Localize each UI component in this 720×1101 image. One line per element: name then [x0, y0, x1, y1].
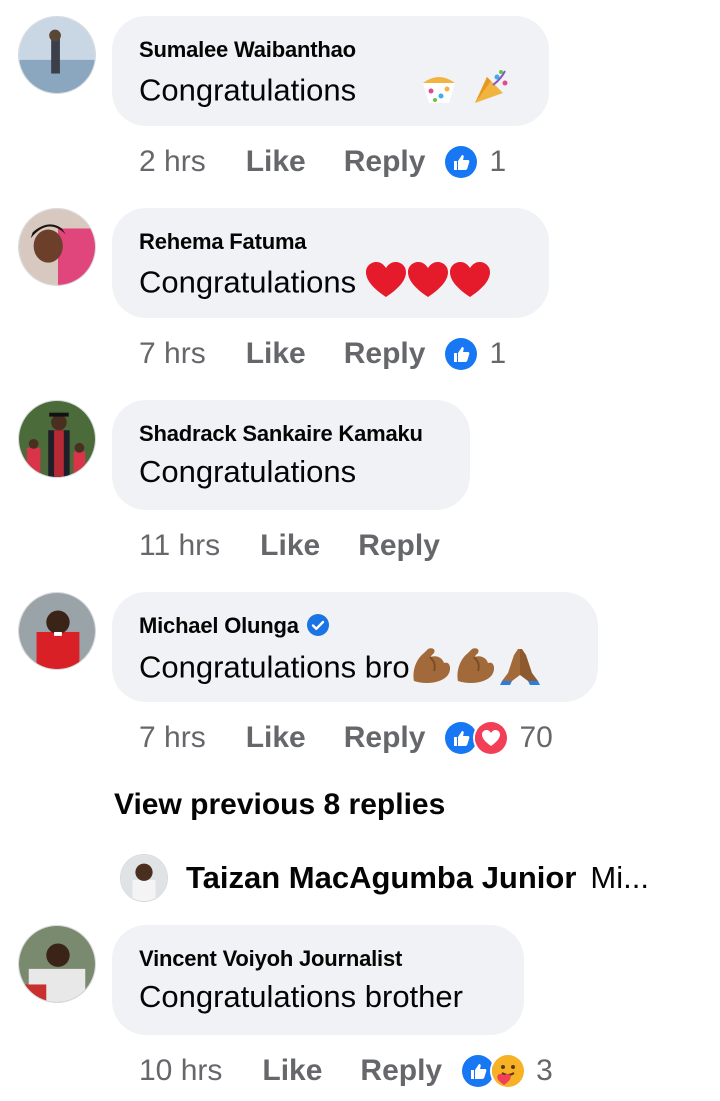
- comment-body: Congratulations: [139, 264, 357, 300]
- comment-time[interactable]: 2 hrs: [139, 145, 206, 179]
- like-button[interactable]: Like: [246, 721, 306, 755]
- comment-body: Congratulations bro: [139, 649, 410, 685]
- comment-author-name[interactable]: Michael Olunga: [139, 613, 299, 638]
- reaction-summary[interactable]: 70: [443, 720, 553, 756]
- comment-time[interactable]: 7 hrs: [139, 721, 206, 755]
- avatar[interactable]: [18, 16, 96, 94]
- avatar[interactable]: [18, 592, 96, 670]
- comment-bubble: Sumalee Waibanthao Congratulations: [112, 16, 549, 126]
- reaction-count: 1: [489, 145, 507, 178]
- reply-preview-text: Mi...: [590, 860, 649, 895]
- comment-bubble: Shadrack Sankaire Kamaku Congratulations: [112, 400, 470, 510]
- like-icon: [443, 336, 480, 372]
- avatar[interactable]: [18, 925, 96, 1003]
- like-button[interactable]: Like: [246, 145, 306, 179]
- like-icon: [443, 144, 480, 180]
- reply-button[interactable]: Reply: [344, 721, 426, 755]
- comment-actions: 7 hrs Like Reply 70: [139, 718, 553, 758]
- comment-body: Congratulations brother: [139, 979, 463, 1014]
- comment-text: Congratulations: [139, 453, 444, 491]
- comment-actions: 10 hrs Like Reply 3: [139, 1051, 553, 1091]
- avatar[interactable]: [18, 400, 96, 478]
- comment-author[interactable]: Michael Olunga: [139, 613, 572, 639]
- reaction-summary[interactable]: 1: [443, 144, 506, 180]
- view-previous-replies-link[interactable]: View previous 8 replies: [114, 788, 445, 822]
- comment-bubble: Rehema Fatuma Congratulations: [112, 208, 549, 318]
- comment-author[interactable]: Rehema Fatuma: [139, 229, 523, 255]
- like-button[interactable]: Like: [246, 337, 306, 371]
- flexed-biceps-icon: [454, 645, 498, 694]
- reply-button[interactable]: Reply: [344, 145, 426, 179]
- reaction-summary[interactable]: 1: [443, 336, 506, 372]
- reply-button[interactable]: Reply: [344, 337, 426, 371]
- verified-badge-icon: [306, 614, 329, 636]
- like-button[interactable]: Like: [262, 1054, 322, 1088]
- flexed-biceps-icon: [410, 645, 454, 694]
- care-icon: [490, 1053, 527, 1089]
- party-popper-icon: [471, 69, 511, 116]
- comment-time[interactable]: 10 hrs: [139, 1054, 222, 1088]
- red-heart-icon: [365, 261, 407, 308]
- red-heart-icon: [407, 261, 449, 308]
- reaction-summary[interactable]: 3: [460, 1053, 553, 1089]
- reaction-count: 70: [519, 721, 553, 754]
- comment-actions: 7 hrs Like Reply 1: [139, 334, 506, 374]
- comment-bubble: Vincent Voiyoh Journalist Congratulation…: [112, 925, 524, 1035]
- comment-actions: 2 hrs Like Reply 1: [139, 142, 506, 182]
- comment-body: Congratulations: [139, 454, 357, 489]
- reply-button[interactable]: Reply: [360, 1054, 442, 1088]
- reply-author[interactable]: Taizan MacAgumba Junior: [186, 860, 576, 896]
- folded-hands-icon: [498, 645, 542, 694]
- reply-button[interactable]: Reply: [358, 529, 440, 563]
- avatar[interactable]: [120, 854, 168, 902]
- comment-time[interactable]: 11 hrs: [139, 529, 220, 563]
- comment-time[interactable]: 7 hrs: [139, 337, 206, 371]
- reaction-count: 1: [489, 337, 507, 370]
- comment-text: Congratulations bro: [139, 645, 572, 694]
- avatar[interactable]: [18, 208, 96, 286]
- comment-body: Congratulations: [139, 72, 357, 108]
- comment-text: Congratulations brother: [139, 978, 498, 1016]
- reply-preview[interactable]: Taizan MacAgumba Junior Mi...: [120, 854, 649, 902]
- comment-text: Congratulations: [139, 69, 523, 116]
- love-icon: [473, 720, 510, 756]
- comment-author[interactable]: Shadrack Sankaire Kamaku: [139, 421, 444, 447]
- like-button[interactable]: Like: [260, 529, 320, 563]
- comment-actions: 11 hrs Like Reply: [139, 526, 478, 566]
- comment-author[interactable]: Vincent Voiyoh Journalist: [139, 946, 498, 972]
- reaction-count: 3: [536, 1054, 553, 1087]
- red-heart-icon: [449, 261, 491, 308]
- comment-author[interactable]: Sumalee Waibanthao: [139, 37, 523, 63]
- comment-bubble: Michael Olunga Congratulations bro: [112, 592, 598, 702]
- comment-text: Congratulations: [139, 261, 523, 308]
- confetti-ball-icon: [419, 69, 459, 116]
